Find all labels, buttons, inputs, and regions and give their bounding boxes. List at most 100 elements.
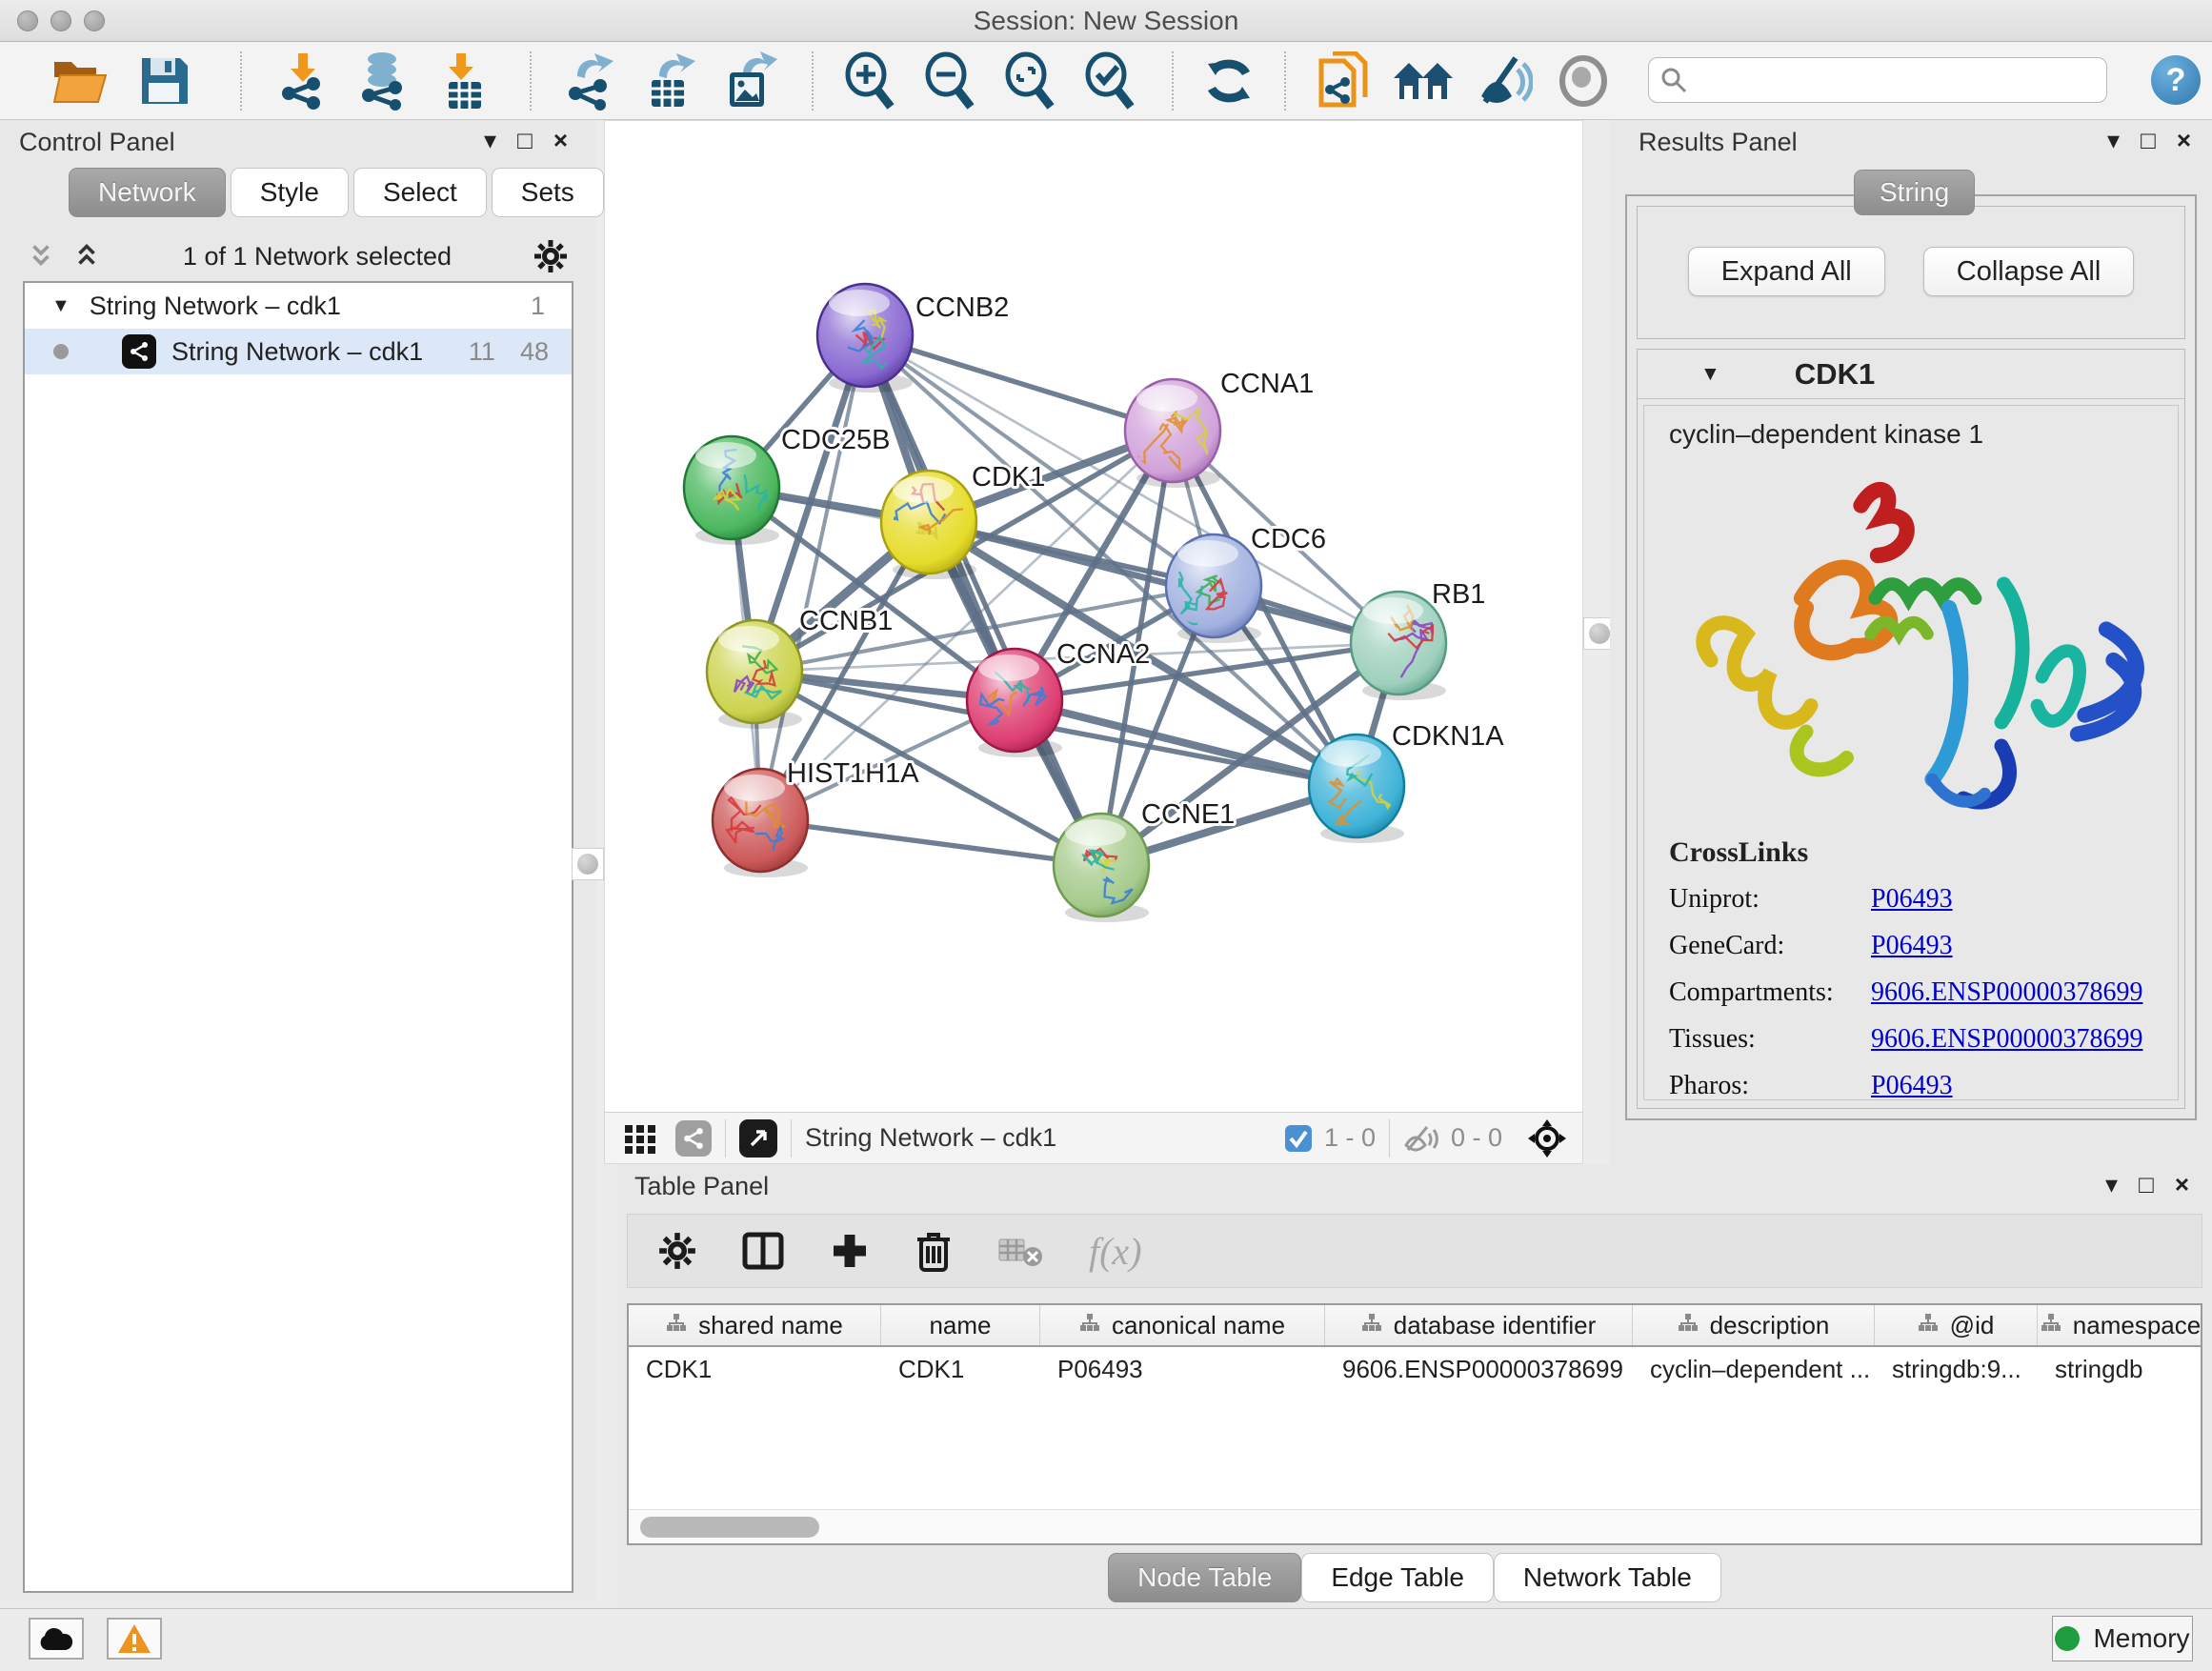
- network-node-ccnb2[interactable]: CCNB2: [817, 284, 1009, 393]
- minimize-window-button[interactable]: [50, 10, 71, 31]
- delete-table-icon[interactable]: [997, 1234, 1043, 1268]
- collapse-all-chevrons-icon[interactable]: [27, 242, 55, 271]
- gene-header[interactable]: ▼ CDK1: [1638, 350, 2184, 399]
- tab-sets[interactable]: Sets: [492, 168, 604, 217]
- column-label: @id: [1950, 1311, 1995, 1340]
- tab-network[interactable]: Network: [69, 168, 226, 217]
- crosslink-row: Compartments:9606.ENSP00000378699: [1669, 977, 2178, 1008]
- export-network-icon[interactable]: [554, 48, 623, 114]
- selected-counts: 1 - 0: [1324, 1123, 1376, 1153]
- column-header--id[interactable]: @id: [1875, 1305, 2038, 1345]
- zoom-selected-icon[interactable]: [1075, 48, 1143, 114]
- crosslink-link[interactable]: P06493: [1871, 931, 1953, 961]
- crosslink-link[interactable]: P06493: [1871, 1071, 1953, 1100]
- column-header-database-identifier[interactable]: database identifier: [1325, 1305, 1633, 1345]
- table-row[interactable]: CDK1CDK1P064939606.ENSP00000378699cyclin…: [629, 1347, 2201, 1391]
- table-panel: Table Panel ▾ □ × f(x) shared namenameca…: [617, 1164, 2212, 1608]
- scrollbar-thumb[interactable]: [640, 1517, 819, 1538]
- network-graph[interactable]: CCNB2CCNA1CDC25BCDK1CDC6RB1CCNB1CCNA2CDK…: [605, 121, 1582, 1112]
- cloud-button[interactable]: [29, 1618, 84, 1660]
- close-panel-icon[interactable]: ×: [2177, 128, 2191, 152]
- gene-collapse-icon[interactable]: ▼: [1700, 363, 1720, 386]
- column-header-shared-name[interactable]: shared name: [629, 1305, 881, 1345]
- function-builder-icon[interactable]: f(x): [1089, 1229, 1142, 1274]
- delete-column-trash-icon[interactable]: [915, 1230, 952, 1272]
- left-splitter-handle[interactable]: [572, 848, 604, 880]
- crosslink-link[interactable]: 9606.ENSP00000378699: [1871, 1024, 2142, 1055]
- import-table-from-file-icon[interactable]: [429, 48, 497, 114]
- close-panel-icon[interactable]: ×: [553, 128, 568, 152]
- collapse-all-button[interactable]: Collapse All: [1923, 247, 2135, 296]
- help-button[interactable]: ?: [2151, 55, 2201, 105]
- main-toolbar: ?: [0, 42, 2212, 120]
- home-icon[interactable]: [1389, 48, 1458, 114]
- tab-style[interactable]: Style: [231, 168, 349, 217]
- float-panel-icon[interactable]: □: [2139, 1172, 2154, 1197]
- float-panel-icon[interactable]: □: [2141, 128, 2156, 152]
- network-node-hist1h1a[interactable]: HIST1H1A: [713, 758, 919, 877]
- table-options-gear-icon[interactable]: [658, 1232, 696, 1270]
- create-column-plus-icon[interactable]: [830, 1231, 870, 1271]
- expand-all-button[interactable]: Expand All: [1688, 247, 1885, 296]
- string-results-box: Expand All Collapse All ▼ CDK1 cyclin–de…: [1625, 194, 2197, 1120]
- crosslink-link[interactable]: P06493: [1871, 884, 1953, 915]
- birds-eye-grid-icon[interactable]: [624, 1122, 656, 1155]
- zoom-fit-content-icon[interactable]: [995, 48, 1063, 114]
- export-image-icon[interactable]: [714, 48, 783, 114]
- tab-network-table[interactable]: Network Table: [1494, 1553, 1721, 1602]
- crosslink-label: Pharos:: [1669, 1071, 1871, 1100]
- zoom-in-icon[interactable]: [835, 48, 903, 114]
- search-field[interactable]: [1648, 57, 2107, 103]
- tab-string[interactable]: String: [1854, 170, 1975, 215]
- tree-expand-icon[interactable]: ▼: [51, 295, 70, 317]
- share-view-icon[interactable]: [675, 1120, 712, 1157]
- tab-node-table[interactable]: Node Table: [1108, 1553, 1301, 1602]
- show-columns-icon[interactable]: [742, 1230, 784, 1272]
- column-header-name[interactable]: name: [881, 1305, 1040, 1345]
- selected-checkbox-icon[interactable]: [1284, 1124, 1313, 1153]
- refresh-view-icon[interactable]: [1195, 48, 1263, 114]
- zoom-window-button[interactable]: [84, 10, 105, 31]
- open-session-icon[interactable]: [46, 48, 114, 114]
- save-session-icon[interactable]: [130, 48, 198, 114]
- open-in-window-icon[interactable]: [739, 1119, 777, 1158]
- network-node-ccna1[interactable]: CCNA1: [1125, 369, 1314, 488]
- table-horizontal-scrollbar[interactable]: [629, 1509, 2201, 1543]
- expand-all-chevrons-icon[interactable]: [72, 242, 101, 271]
- network-node-cdc6[interactable]: CDC6: [1166, 524, 1326, 643]
- close-panel-icon[interactable]: ×: [2175, 1172, 2189, 1197]
- crosslink-link[interactable]: 9606.ENSP00000378699: [1871, 977, 2142, 1008]
- network-node-rb1[interactable]: RB1: [1351, 579, 1485, 700]
- column-header-namespace[interactable]: namespace: [2038, 1305, 2202, 1345]
- share-document-icon[interactable]: [1309, 48, 1377, 114]
- network-canvas[interactable]: CCNB2CCNA1CDC25BCDK1CDC6RB1CCNB1CCNA2CDK…: [604, 120, 1583, 1164]
- memory-button[interactable]: Memory: [2052, 1616, 2193, 1661]
- float-panel-icon[interactable]: □: [517, 128, 533, 152]
- close-window-button[interactable]: [17, 10, 38, 31]
- crosslink-row: GeneCard:P06493: [1669, 931, 2178, 961]
- network-node-ccne1[interactable]: CCNE1: [1054, 799, 1235, 922]
- hidden-eye-slash-icon[interactable]: [1403, 1124, 1441, 1153]
- application-window: Session: New Session: [0, 0, 2212, 1671]
- tab-edge-table[interactable]: Edge Table: [1301, 1553, 1494, 1602]
- node-label-ccna2: CCNA2: [1056, 639, 1150, 670]
- collapse-panel-icon[interactable]: ▾: [2105, 1172, 2118, 1197]
- tab-select[interactable]: Select: [353, 168, 487, 217]
- fit-selected-crosshair-icon[interactable]: [1527, 1118, 1567, 1158]
- network-row-selected[interactable]: String Network – cdk1 11 48: [25, 329, 572, 374]
- eye-icon[interactable]: [1549, 48, 1618, 114]
- warnings-button[interactable]: [107, 1618, 162, 1660]
- import-network-from-file-icon[interactable]: [269, 48, 337, 114]
- import-network-from-database-icon[interactable]: [349, 48, 417, 114]
- collapse-panel-icon[interactable]: ▾: [484, 128, 496, 152]
- column-header-description[interactable]: description: [1633, 1305, 1875, 1345]
- column-header-canonical-name[interactable]: canonical name: [1040, 1305, 1325, 1345]
- hide-unhide-selection-icon[interactable]: [1469, 48, 1538, 114]
- network-collection-row[interactable]: ▼ String Network – cdk1 1: [25, 283, 572, 329]
- search-input[interactable]: [1687, 66, 2106, 95]
- collapse-panel-icon[interactable]: ▾: [2107, 128, 2120, 152]
- network-node-cdkn1a[interactable]: CDKN1A: [1309, 721, 1504, 843]
- network-options-gear-icon[interactable]: [533, 239, 568, 273]
- export-table-icon[interactable]: [634, 48, 703, 114]
- zoom-out-icon[interactable]: [915, 48, 983, 114]
